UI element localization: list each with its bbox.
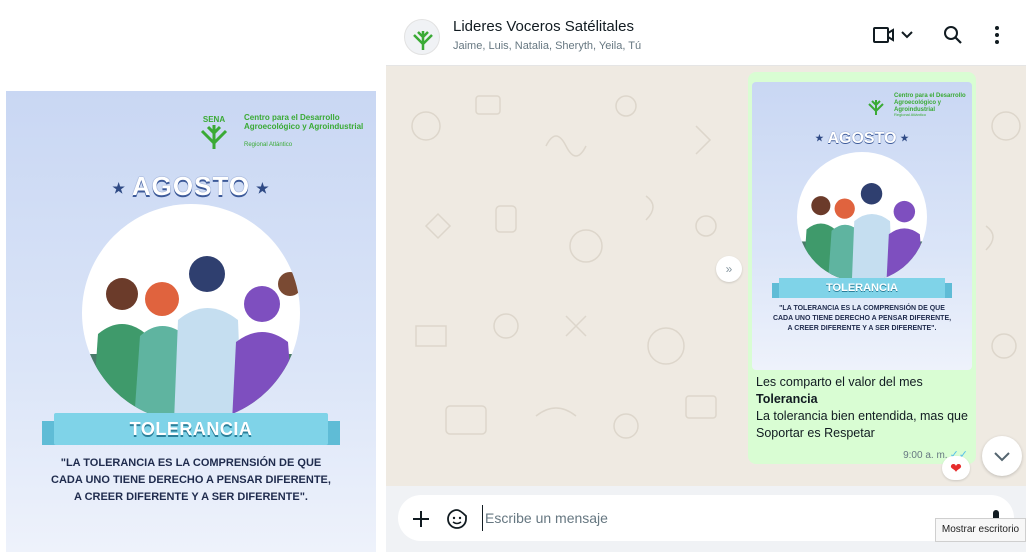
star-icon: ★ <box>112 179 126 196</box>
org-subtitle: Regional Atlántico <box>244 142 293 148</box>
image-month-heading: ★ AGOSTO ★ <box>815 130 909 147</box>
chevron-down-icon <box>994 452 1010 462</box>
star-icon: ★ <box>256 179 270 196</box>
star-icon: ★ <box>900 133 909 144</box>
svg-text:SENA: SENA <box>203 115 225 124</box>
sticker-emoji-icon[interactable] <box>446 508 468 530</box>
image-quote: "LA TOLERANCIA ES LA COMPRENSIÓN DE QUE … <box>772 305 952 332</box>
image-people-illustration <box>797 152 927 282</box>
forward-icon[interactable]: » <box>716 256 742 282</box>
group-avatar[interactable] <box>404 19 440 55</box>
sena-logo-icon <box>413 31 433 50</box>
message-list[interactable]: » Centro para el Desarrollo Agroecológic… <box>386 66 1026 486</box>
chat-header[interactable]: Lideres Voceros Satélitales Jaime, Luis,… <box>386 0 1026 66</box>
group-name: Lideres Voceros Satélitales <box>453 18 634 35</box>
whatsapp-chat-window: Lideres Voceros Satélitales Jaime, Luis,… <box>386 0 1026 552</box>
tolerance-quote: "LA TOLERANCIA ES LA COMPRENSIÓN DE QUE … <box>51 457 331 503</box>
group-members: Jaime, Luis, Natalia, Sheryth, Yeila, Tú <box>453 40 642 52</box>
image-org-subtitle: Regional Atlántico <box>894 112 927 117</box>
message-input[interactable] <box>482 505 902 531</box>
message-text: Les comparto el valor del mes Tolerancia… <box>756 375 968 440</box>
search-icon[interactable] <box>942 24 964 46</box>
video-call-icon[interactable] <box>872 24 916 46</box>
value-title: TOLERANCIA <box>129 419 253 439</box>
attach-plus-icon[interactable] <box>410 508 432 530</box>
menu-icon[interactable] <box>989 24 1005 46</box>
message-bubble[interactable]: Centro para el Desarrollo Agroecológico … <box>748 72 976 464</box>
org-title: Centro para el Desarrollo Agroecológico … <box>244 113 364 131</box>
poster-image: SENA Centro para el Desarrollo Agroecoló… <box>6 91 376 552</box>
image-org-title: Centro para el Desarrollo Agroecológico … <box>894 93 966 113</box>
message-image[interactable]: Centro para el Desarrollo Agroecológico … <box>752 82 972 370</box>
month-heading: ★ AGOSTO ★ <box>112 171 270 201</box>
scroll-down-button[interactable] <box>982 436 1022 476</box>
star-icon: ★ <box>815 133 824 144</box>
heart-reaction[interactable]: ❤ <box>942 456 970 480</box>
sena-logo-icon <box>868 100 884 115</box>
show-desktop-tooltip: Mostrar escritorio <box>935 518 1026 542</box>
image-value-title: TOLERANCIA <box>826 282 898 294</box>
screen: SENA Centro para el Desarrollo Agroecoló… <box>0 0 1026 552</box>
people-illustration <box>82 204 300 422</box>
composer-bar <box>386 486 1026 552</box>
sena-logo-icon: SENA <box>200 115 228 149</box>
